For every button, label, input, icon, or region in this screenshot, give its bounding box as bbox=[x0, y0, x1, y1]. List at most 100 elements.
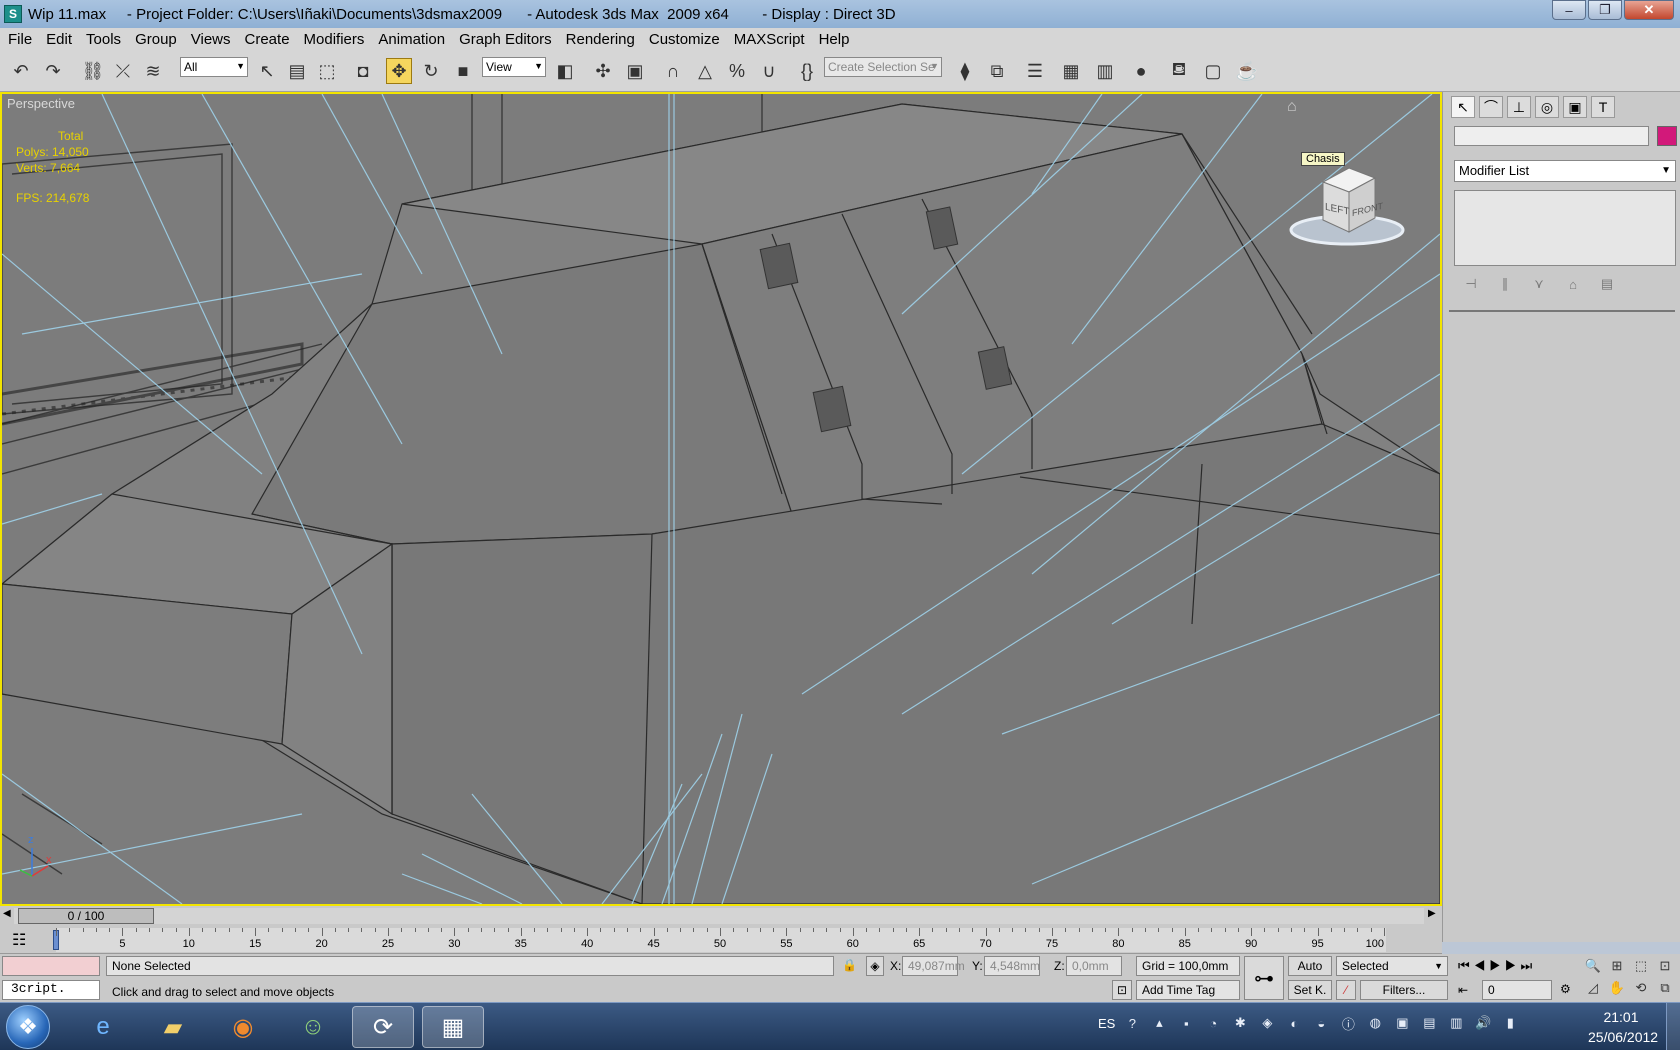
object-name-field[interactable] bbox=[1454, 126, 1649, 146]
modifier-stack[interactable] bbox=[1454, 190, 1676, 266]
material-editor-icon[interactable]: ● bbox=[1128, 58, 1154, 84]
current-frame-field[interactable]: 0 bbox=[1482, 980, 1552, 1000]
maximize-viewport-icon[interactable]: ⧉ bbox=[1654, 978, 1676, 998]
mirror-icon[interactable]: ⧫ bbox=[952, 58, 978, 84]
tray-app-icon[interactable]: ▣ bbox=[1392, 1013, 1412, 1033]
move-icon[interactable]: ✥ bbox=[386, 58, 412, 84]
snap-3d-icon[interactable]: ∩ bbox=[660, 58, 686, 84]
align-icon[interactable]: ⧉ bbox=[984, 58, 1010, 84]
explorer-folder-icon[interactable]: ▰ bbox=[142, 1006, 204, 1048]
tray-app-icon[interactable]: ▪ bbox=[1176, 1013, 1196, 1033]
tray-app-icon[interactable]: ▤ bbox=[1419, 1013, 1439, 1033]
unlink-icon[interactable]: ⤫ bbox=[110, 58, 136, 84]
set-key-button[interactable]: Set K. bbox=[1288, 980, 1332, 1000]
time-config-icon[interactable]: ⚙ bbox=[1560, 982, 1571, 996]
layer-manager-icon[interactable]: ☰ bbox=[1022, 58, 1048, 84]
absolute-mode-icon[interactable]: ◈ bbox=[866, 956, 884, 976]
show-end-result-icon[interactable]: ∥ bbox=[1493, 274, 1517, 294]
orbit-icon[interactable]: ⟲ bbox=[1630, 978, 1652, 998]
coord-z-field[interactable]: 0,0mm bbox=[1066, 956, 1122, 976]
render-teapot-icon[interactable]: ☕ bbox=[1234, 58, 1260, 84]
key-filter-dropdown[interactable]: Selected ▼ bbox=[1336, 956, 1448, 976]
goto-start-icon[interactable]: ⏮ bbox=[1458, 958, 1474, 973]
tray-app-icon[interactable]: ▥ bbox=[1446, 1013, 1466, 1033]
zoom-all-icon[interactable]: ⊞ bbox=[1606, 956, 1628, 976]
3dsmax-taskbar-icon[interactable]: ⟳ bbox=[352, 1006, 414, 1048]
time-slider-next-icon[interactable]: ▶ bbox=[1428, 908, 1436, 919]
utilities-tab-icon[interactable]: T bbox=[1591, 96, 1615, 118]
time-slider-thumb[interactable]: 0 / 100 bbox=[18, 908, 154, 924]
next-frame-icon[interactable]: ▶ bbox=[1505, 958, 1521, 973]
help-icon[interactable]: ? bbox=[1122, 1013, 1142, 1033]
menu-rendering[interactable]: Rendering bbox=[566, 31, 635, 48]
motion-tab-icon[interactable]: ◎ bbox=[1535, 96, 1559, 118]
menu-create[interactable]: Create bbox=[245, 31, 290, 48]
coord-x-field[interactable]: 49,087mm bbox=[902, 956, 965, 976]
minimize-button[interactable]: – bbox=[1552, 0, 1586, 20]
manipulate-icon[interactable]: ✣ bbox=[590, 58, 616, 84]
keyboard-shortcut-icon[interactable]: ▣ bbox=[622, 58, 648, 84]
menu-animation[interactable]: Animation bbox=[378, 31, 445, 48]
pan-icon[interactable]: ✋ bbox=[1606, 978, 1628, 998]
percent-snap-icon[interactable]: % bbox=[724, 58, 750, 84]
time-slider-prev-icon[interactable]: ◀ bbox=[3, 908, 11, 919]
modify-tab-icon[interactable]: ⌒ bbox=[1479, 96, 1503, 118]
schematic-view-icon[interactable]: ▥ bbox=[1092, 58, 1118, 84]
selection-filter-dropdown[interactable]: All ▼ bbox=[180, 57, 248, 77]
tray-app-icon[interactable]: ◒ bbox=[1311, 1013, 1331, 1033]
select-object-icon[interactable]: ↖ bbox=[254, 58, 280, 84]
rendered-frame-icon[interactable]: ▢ bbox=[1200, 58, 1226, 84]
menu-modifiers[interactable]: Modifiers bbox=[304, 31, 365, 48]
language-indicator[interactable]: ES bbox=[1098, 1016, 1115, 1031]
play-icon[interactable]: ▶ bbox=[1489, 958, 1505, 973]
tray-app-icon[interactable]: ✱ bbox=[1230, 1013, 1250, 1033]
viewcube[interactable]: LEFT FRONT bbox=[1289, 154, 1409, 254]
perspective-viewport[interactable]: Perspective Total Polys: 14,050 Verts: 7… bbox=[0, 92, 1442, 906]
time-tag-icon[interactable]: ⊡ bbox=[1112, 980, 1132, 1000]
tray-app-icon[interactable]: ◈ bbox=[1257, 1013, 1277, 1033]
set-key-icon[interactable]: ⊶ bbox=[1244, 956, 1284, 1000]
field-of-view-icon[interactable]: ◿ bbox=[1582, 978, 1604, 998]
tray-expand-icon[interactable]: ▴ bbox=[1149, 1013, 1169, 1033]
object-color-swatch[interactable] bbox=[1657, 126, 1677, 146]
calendar-app-icon[interactable]: ▦ bbox=[422, 1006, 484, 1048]
window-crossing-icon[interactable]: ◘ bbox=[350, 58, 376, 84]
bind-spacewarp-icon[interactable]: ≋ bbox=[140, 58, 166, 84]
menu-edit[interactable]: Edit bbox=[46, 31, 72, 48]
reference-coord-dropdown[interactable]: View ▼ bbox=[482, 57, 546, 77]
coord-y-field[interactable]: 4,548mm bbox=[984, 956, 1040, 976]
goto-end-icon[interactable]: ⏭ bbox=[1521, 958, 1537, 973]
menu-customize[interactable]: Customize bbox=[649, 31, 720, 48]
redo-icon[interactable]: ↷ bbox=[40, 58, 66, 84]
volume-icon[interactable]: 🔊 bbox=[1473, 1013, 1493, 1033]
render-setup-icon[interactable]: ⛾ bbox=[1166, 58, 1192, 84]
angle-snap-icon[interactable]: △ bbox=[692, 58, 718, 84]
auto-key-button[interactable]: Auto bbox=[1288, 956, 1332, 976]
key-mode-toggle-icon[interactable]: ⇤ bbox=[1458, 983, 1468, 997]
menu-graph-editors[interactable]: Graph Editors bbox=[459, 31, 552, 48]
rect-region-icon[interactable]: ⬚ bbox=[314, 58, 340, 84]
menu-group[interactable]: Group bbox=[135, 31, 177, 48]
tray-app-icon[interactable]: ◔ bbox=[1203, 1013, 1223, 1033]
menu-help[interactable]: Help bbox=[819, 31, 850, 48]
named-selection-dropdown[interactable]: Create Selection Se ▼ bbox=[824, 57, 942, 77]
home-icon[interactable]: ⌂ bbox=[1287, 98, 1297, 116]
menu-file[interactable]: File bbox=[8, 31, 32, 48]
hierarchy-tab-icon[interactable]: ⊥ bbox=[1507, 96, 1531, 118]
time-slider-track[interactable]: 0 / 100 bbox=[14, 908, 1424, 924]
undo-icon[interactable]: ↶ bbox=[8, 58, 34, 84]
display-tab-icon[interactable]: ▣ bbox=[1563, 96, 1587, 118]
select-by-name-icon[interactable]: ▤ bbox=[284, 58, 310, 84]
select-link-icon[interactable]: ⛓ bbox=[80, 58, 106, 84]
spinner-snap-icon[interactable]: ∪ bbox=[756, 58, 782, 84]
rotate-icon[interactable]: ↻ bbox=[418, 58, 444, 84]
make-unique-icon[interactable]: ⋎ bbox=[1527, 274, 1551, 294]
maxscript-mini-listener[interactable]: 3cript. bbox=[2, 980, 100, 1000]
zoom-extents-icon[interactable]: ⬚ bbox=[1630, 956, 1652, 976]
maximize-button[interactable]: ❐ bbox=[1588, 0, 1622, 20]
maxscript-mini-listener-top[interactable] bbox=[2, 956, 100, 976]
3dsmax-icon[interactable]: S bbox=[4, 5, 22, 23]
network-icon[interactable]: ▮ bbox=[1500, 1013, 1520, 1033]
track-bar-ruler[interactable]: 5 10 15 20 25 30 35 40 45 50 55 60 65 70 75 80 85 90 95 100 bbox=[53, 928, 1386, 952]
lock-icon[interactable]: 🔒 bbox=[842, 958, 857, 972]
